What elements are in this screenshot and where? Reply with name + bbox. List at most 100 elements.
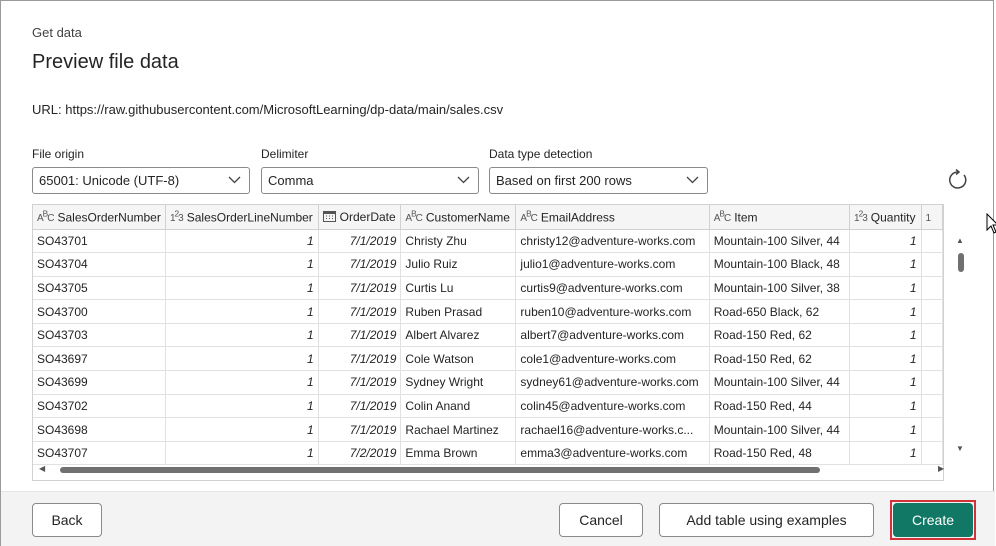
table-row[interactable]: SO43705 1 7/1/2019 Curtis Lu curtis9@adventu… bbox=[33, 276, 943, 301]
table-cell bbox=[921, 252, 943, 277]
table-cell: Ruben Prasad bbox=[400, 299, 517, 324]
table-cell: 1 bbox=[849, 394, 922, 419]
delimiter-value: Comma bbox=[268, 173, 314, 188]
page-title: Preview file data bbox=[32, 51, 179, 73]
table-row[interactable]: SO43701 1 7/1/2019 Christy Zhu christy12@adv… bbox=[33, 229, 943, 254]
table-cell: 7/1/2019 bbox=[318, 299, 402, 324]
vertical-scrollbar[interactable]: ▲ ▼ bbox=[954, 233, 968, 458]
table-row[interactable]: SO43702 1 7/1/2019 Colin Anand colin45@adven… bbox=[33, 394, 943, 419]
table-row[interactable]: SO43699 1 7/1/2019 Sydney Wright sydney61@ad… bbox=[33, 370, 943, 395]
horizontal-scroll-thumb[interactable] bbox=[60, 467, 820, 473]
column-header[interactable]: ABC Item bbox=[709, 205, 851, 230]
table-cell: 1 bbox=[165, 229, 319, 254]
table-cell: Cole Watson bbox=[400, 346, 517, 372]
table-row[interactable]: SO43704 1 7/1/2019 Julio Ruiz julio1@adventu… bbox=[33, 252, 943, 277]
detection-label: Data type detection bbox=[489, 147, 593, 161]
column-header[interactable]: 1 bbox=[921, 205, 943, 230]
table-cell bbox=[921, 299, 943, 324]
table-cell: SO43697 bbox=[33, 346, 166, 372]
column-header[interactable]: 123 SalesOrderLineNumber bbox=[165, 205, 319, 230]
text-type-icon: ABC bbox=[520, 209, 537, 225]
breadcrumb: Get data bbox=[32, 25, 82, 40]
data-grid: ABC SalesOrderNumber 123 SalesOrderLineNum… bbox=[33, 205, 943, 466]
column-header[interactable]: ABC EmailAddress bbox=[515, 205, 710, 230]
table-cell: 7/1/2019 bbox=[318, 323, 402, 348]
column-header[interactable]: ABC SalesOrderNumber bbox=[33, 205, 166, 230]
back-button[interactable]: Back bbox=[32, 503, 102, 537]
table-cell: Road-650 Black, 62 bbox=[709, 299, 851, 324]
table-cell: 1 bbox=[849, 346, 922, 372]
table-row[interactable]: SO43697 1 7/1/2019 Cole Watson cole1@adventu… bbox=[33, 346, 943, 372]
table-cell: Curtis Lu bbox=[400, 276, 517, 301]
table-cell bbox=[921, 346, 943, 372]
file-origin-label: File origin bbox=[32, 147, 85, 161]
table-cell bbox=[921, 441, 943, 466]
table-row[interactable]: SO43698 1 7/1/2019 Rachael Martinez rachael1… bbox=[33, 417, 943, 442]
table-cell bbox=[921, 417, 943, 442]
table-cell: Rachael Martinez bbox=[400, 417, 517, 442]
table-cell: 7/1/2019 bbox=[318, 276, 402, 301]
preview-table[interactable]: ABC SalesOrderNumber 123 SalesOrderLineNum… bbox=[32, 204, 944, 481]
table-cell: Mountain-100 Black, 48 bbox=[709, 252, 851, 277]
refresh-icon[interactable] bbox=[947, 169, 969, 191]
table-row[interactable]: SO43707 1 7/2/2019 Emma Brown emma3@adventur… bbox=[33, 441, 943, 466]
detection-select[interactable]: Based on first 200 rows bbox=[489, 167, 708, 194]
table-cell: Road-150 Red, 44 bbox=[709, 394, 851, 419]
table-cell: Emma Brown bbox=[400, 441, 517, 466]
table-cell: Mountain-100 Silver, 44 bbox=[709, 229, 851, 254]
table-row[interactable]: SO43700 1 7/1/2019 Ruben Prasad ruben10@adve… bbox=[33, 299, 943, 324]
add-table-examples-button[interactable]: Add table using examples bbox=[659, 503, 874, 537]
table-cell: 1 bbox=[849, 323, 922, 348]
table-cell: 1 bbox=[849, 299, 922, 324]
header-row: ABC SalesOrderNumber 123 SalesOrderLineNum… bbox=[33, 205, 943, 230]
table-cell bbox=[921, 229, 943, 254]
table-cell: 1 bbox=[849, 441, 922, 466]
file-origin-select[interactable]: 65001: Unicode (UTF-8) bbox=[32, 167, 250, 194]
table-cell: cole1@adventure-works.com bbox=[515, 346, 710, 372]
table-cell: SO43707 bbox=[33, 441, 166, 466]
delimiter-label: Delimiter bbox=[261, 147, 309, 161]
table-cell bbox=[921, 370, 943, 395]
table-cell: SO43704 bbox=[33, 252, 166, 277]
table-cell: 1 bbox=[165, 276, 319, 301]
table-cell: 1 bbox=[165, 417, 319, 442]
column-header[interactable]: OrderDate bbox=[318, 205, 402, 230]
table-cell: SO43699 bbox=[33, 370, 166, 395]
table-cell: 1 bbox=[165, 323, 319, 348]
table-cell: albert7@adventure-works.com bbox=[515, 323, 710, 348]
table-cell: 7/1/2019 bbox=[318, 252, 402, 277]
table-cell: 1 bbox=[849, 370, 922, 395]
delimiter-select[interactable]: Comma bbox=[261, 167, 479, 194]
create-button[interactable]: Create bbox=[893, 503, 973, 537]
table-cell: 1 bbox=[849, 417, 922, 442]
table-cell: Mountain-100 Silver, 38 bbox=[709, 276, 851, 301]
chevron-down-icon bbox=[228, 176, 241, 184]
table-cell bbox=[921, 323, 943, 348]
table-cell: sydney61@adventure-works.com bbox=[515, 370, 710, 395]
column-header[interactable]: 123 Quantity bbox=[849, 205, 922, 230]
table-row[interactable]: SO43703 1 7/1/2019 Albert Alvarez albert7@ad… bbox=[33, 323, 943, 348]
url-label: URL: bbox=[32, 102, 62, 117]
scroll-up-icon[interactable]: ▲ bbox=[956, 236, 964, 245]
table-cell: emma3@adventure-works.com bbox=[515, 441, 710, 466]
cancel-button[interactable]: Cancel bbox=[559, 503, 643, 537]
table-cell: Mountain-100 Silver, 44 bbox=[709, 417, 851, 442]
number-type-icon: 1 bbox=[925, 212, 931, 224]
scroll-right-icon[interactable]: ▶ bbox=[938, 464, 944, 473]
table-cell: 7/1/2019 bbox=[318, 370, 402, 395]
text-type-icon: ABC bbox=[37, 209, 54, 225]
vertical-scroll-thumb[interactable] bbox=[958, 253, 964, 272]
scroll-left-icon[interactable]: ◀ bbox=[39, 464, 45, 473]
table-cell: julio1@adventure-works.com bbox=[515, 252, 710, 277]
horizontal-scrollbar[interactable]: ◀ ▶ bbox=[33, 463, 944, 477]
column-header[interactable]: ABC CustomerName bbox=[400, 205, 517, 230]
table-cell: Christy Zhu bbox=[400, 229, 517, 254]
chevron-down-icon bbox=[457, 176, 470, 184]
table-cell: Road-150 Red, 48 bbox=[709, 441, 851, 466]
calendar-type-icon bbox=[322, 210, 336, 222]
scroll-down-icon[interactable]: ▼ bbox=[956, 444, 964, 453]
table-cell: Road-150 Red, 62 bbox=[709, 346, 851, 372]
table-cell: SO43702 bbox=[33, 394, 166, 419]
table-cell: 7/1/2019 bbox=[318, 346, 402, 372]
table-cell: christy12@adventure-works.com bbox=[515, 229, 710, 254]
